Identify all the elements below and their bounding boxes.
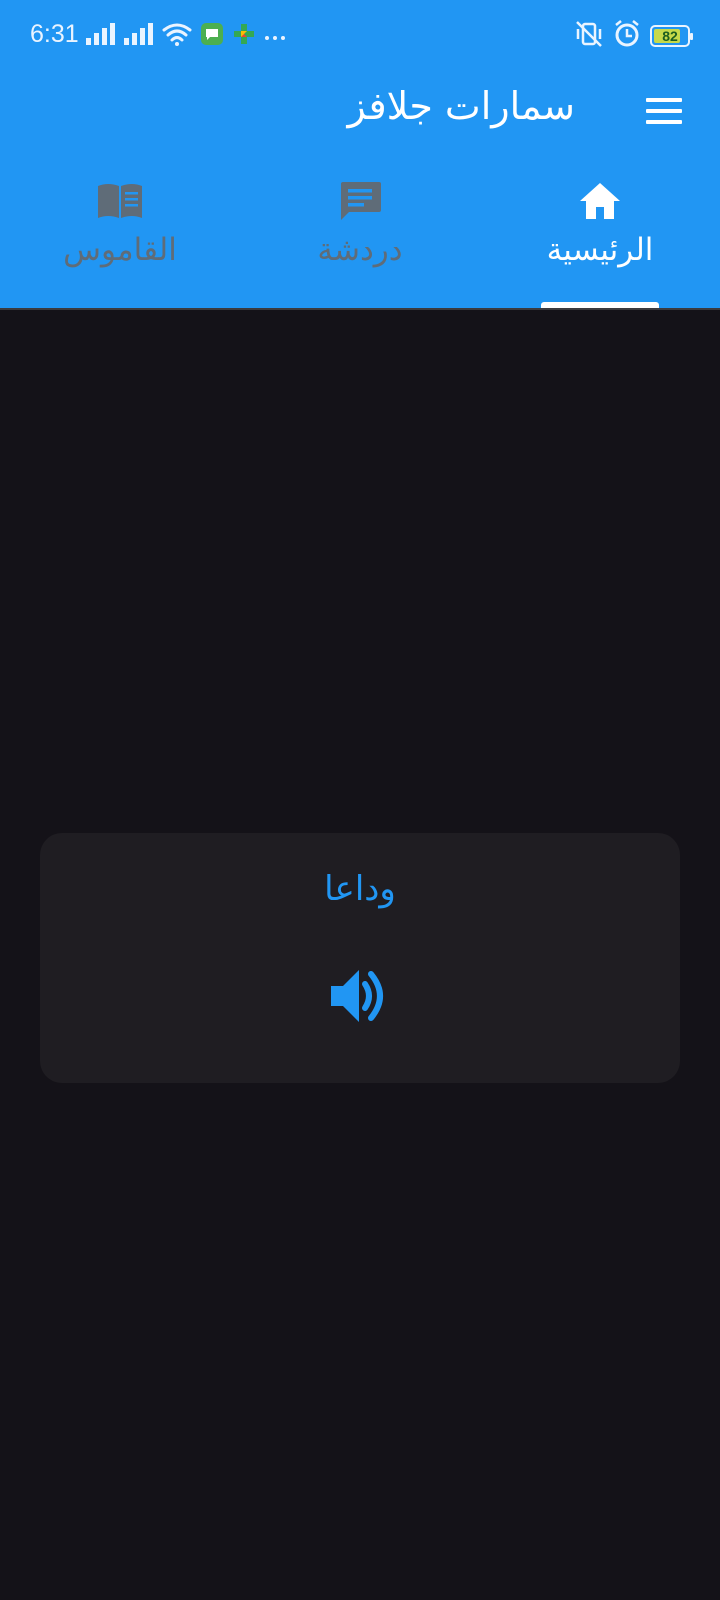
alarm-icon [614,20,640,52]
status-bar: 6:31 82 [0,0,720,72]
battery-tip [690,33,693,40]
home-icon [578,176,622,226]
message-app-icon [200,22,224,50]
vibrate-off-icon [574,20,604,52]
battery-level: 82 [662,28,678,44]
menu-line [646,120,682,124]
app-title: سمارات جلافز [347,84,575,128]
menu-line [646,98,682,102]
battery-icon: 82 [650,25,693,47]
wifi-icon [162,22,192,50]
chat-icon [338,176,382,226]
more-dots-icon [264,27,286,46]
status-right-icons: 82 [574,20,693,52]
tab-home[interactable]: الرئيسية [480,172,720,308]
signal-icon [124,23,154,49]
tab-home-label: الرئيسية [546,232,654,268]
tab-chat-label: دردشة [317,232,403,268]
status-left-icons [86,22,286,50]
speaker-icon[interactable] [322,958,398,1034]
word-card: وداعا [40,833,680,1083]
menu-line [646,109,682,113]
main-content: وداعا [0,308,720,1600]
hamburger-menu-icon[interactable] [646,98,682,124]
tab-bar: الرئيسية دردشة القاموس [0,172,720,308]
signal-icon [86,23,116,49]
tab-dictionary[interactable]: القاموس [0,172,240,308]
play-games-icon [232,22,256,50]
tab-chat[interactable]: دردشة [240,172,480,308]
book-icon [96,176,144,226]
app-bar: سمارات جلافز الرئيسية دردشة القاموس [0,72,720,308]
word-text: وداعا [324,869,396,909]
status-time: 6:31 [30,20,79,48]
tab-dictionary-label: القاموس [63,232,177,268]
